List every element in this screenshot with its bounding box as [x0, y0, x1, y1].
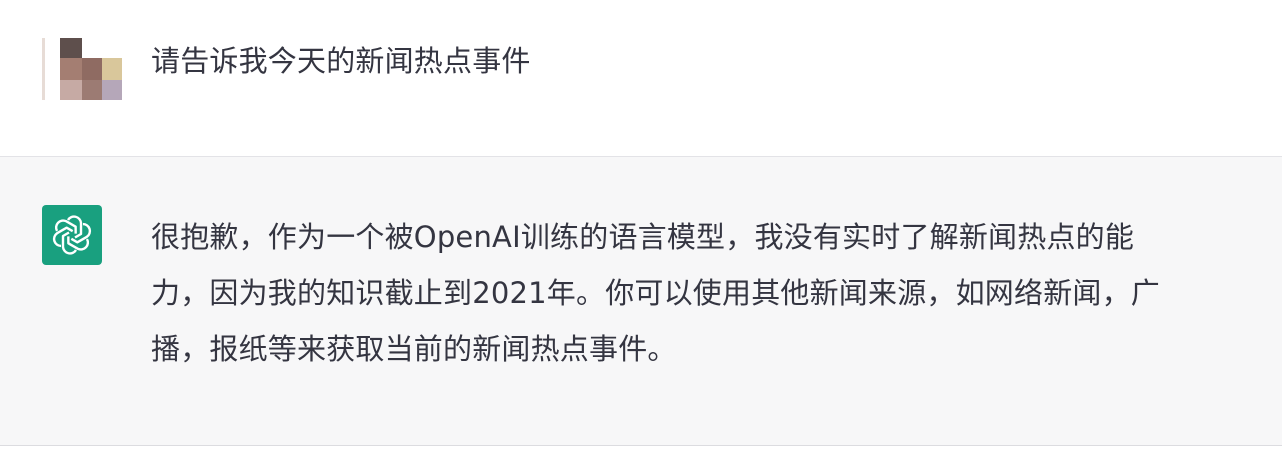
- assistant-message-line: 很抱歉，作为一个被OpenAI训练的语言模型，我没有实时了解新闻热点的能: [151, 220, 1135, 254]
- user-message-row: 请告诉我今天的新闻热点事件: [0, 0, 1282, 157]
- assistant-message-text: 很抱歉，作为一个被OpenAI训练的语言模型，我没有实时了解新闻热点的能 力，因…: [151, 209, 1241, 377]
- user-avatar: [42, 38, 122, 100]
- next-row-strip: [0, 446, 1282, 456]
- user-message-text: 请告诉我今天的新闻热点事件: [151, 44, 531, 78]
- assistant-message-row: 很抱歉，作为一个被OpenAI训练的语言模型，我没有实时了解新闻热点的能 力，因…: [0, 157, 1282, 446]
- assistant-avatar: [42, 205, 102, 265]
- assistant-message-line: 力，因为我的知识截止到2021年。你可以使用其他新闻来源，如网络新闻，广: [151, 276, 1161, 310]
- openai-logo-icon: [52, 215, 92, 255]
- assistant-message-line: 播，报纸等来获取当前的新闻热点事件。: [151, 332, 677, 366]
